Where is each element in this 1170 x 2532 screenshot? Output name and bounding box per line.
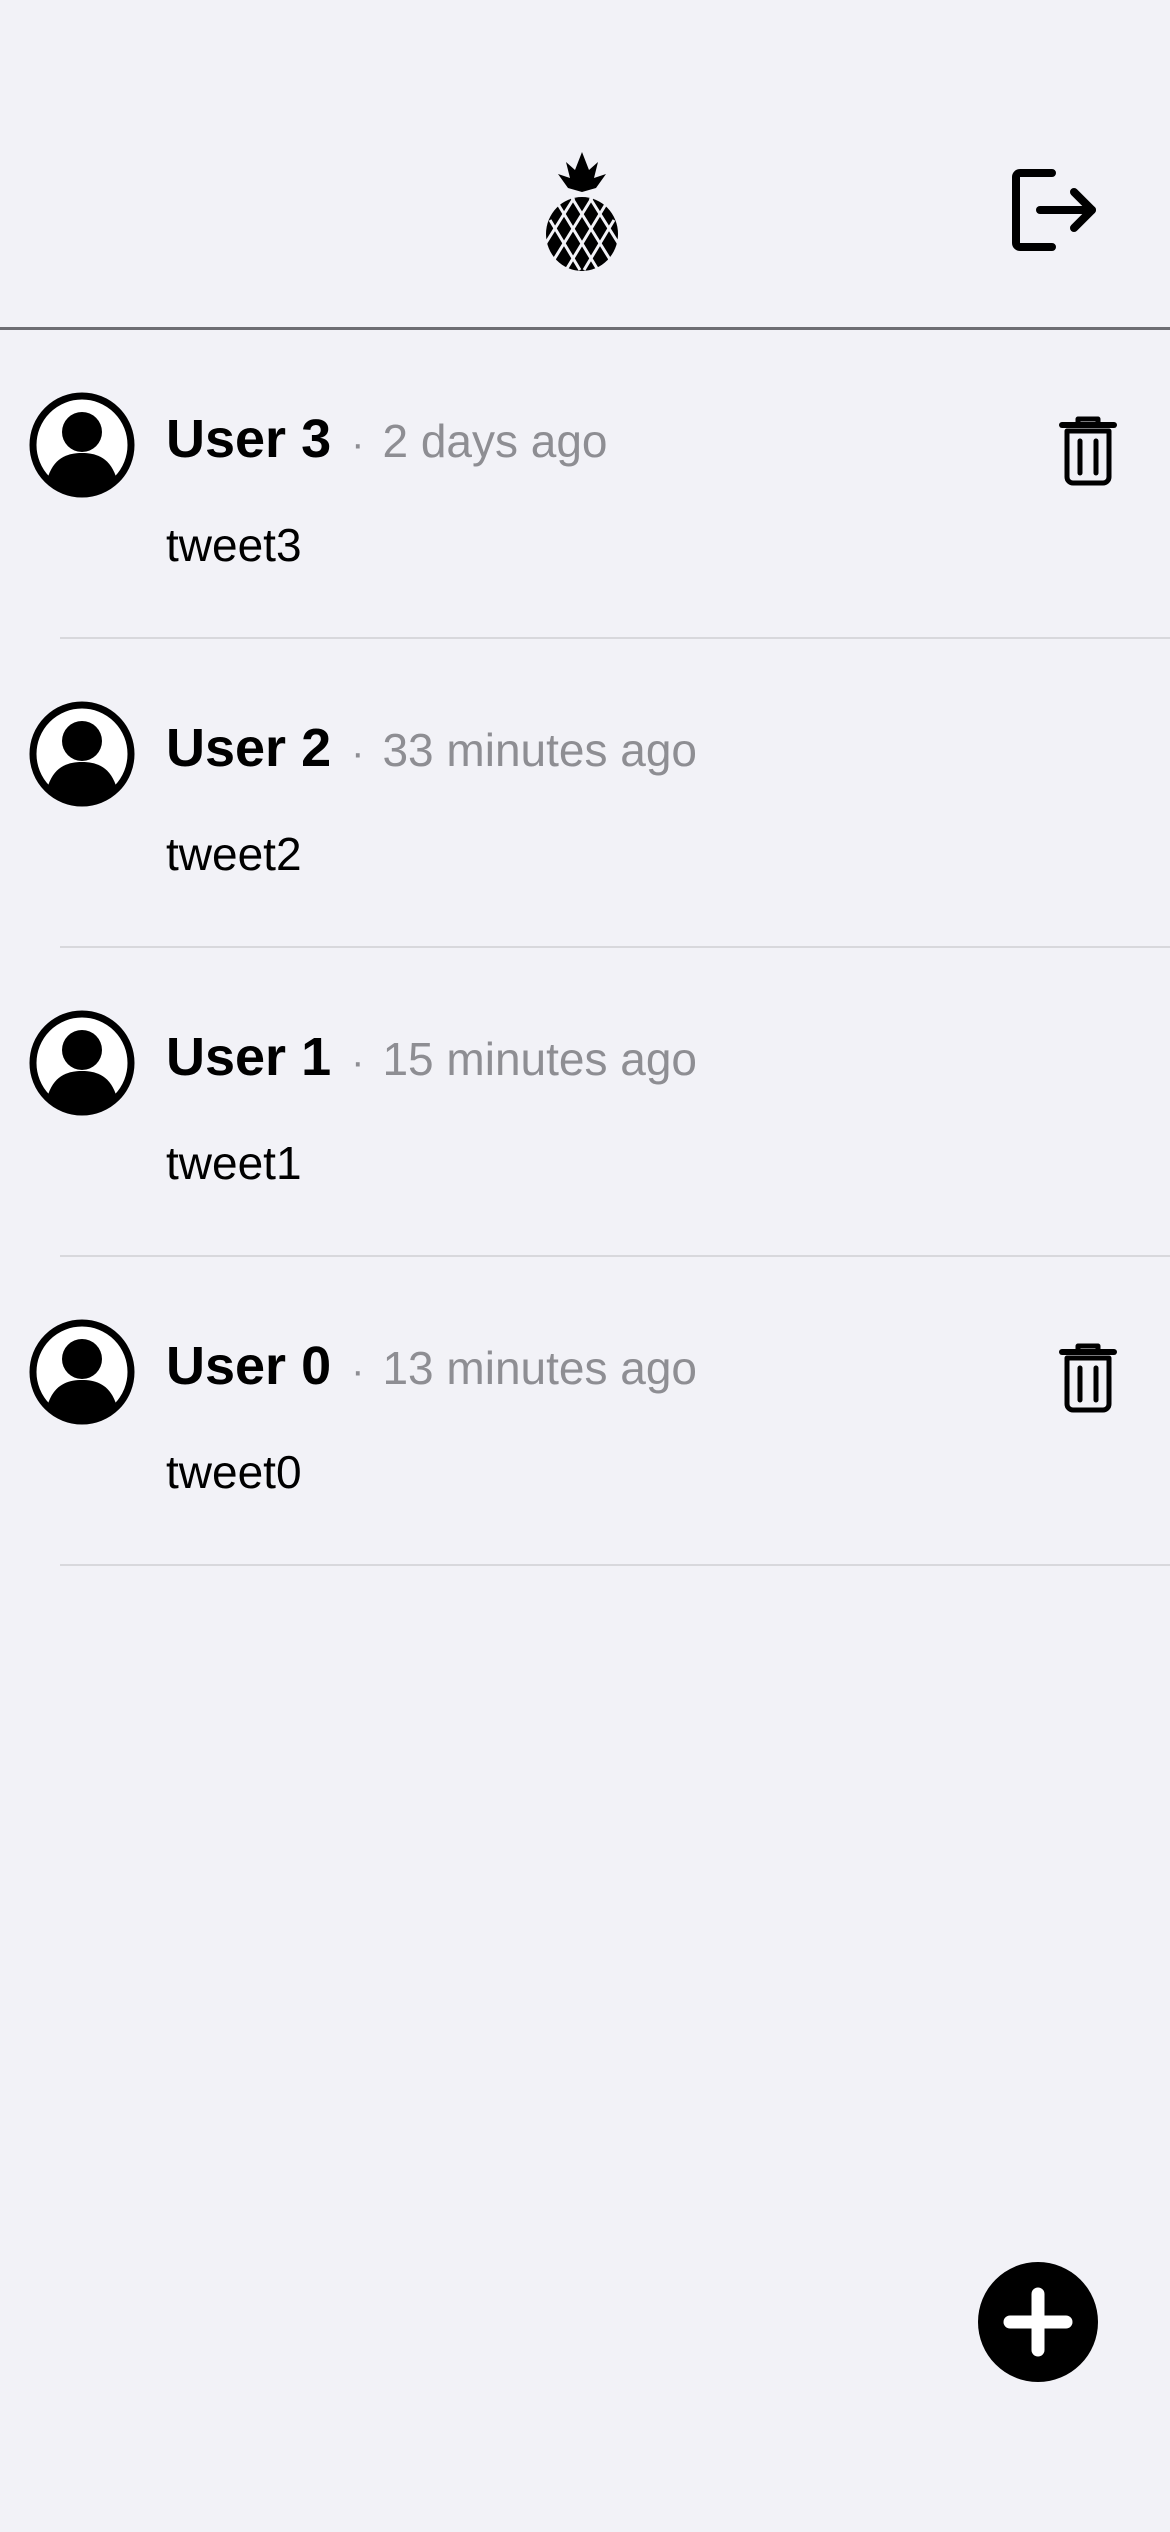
meta-separator: · (351, 1040, 365, 1084)
tweet-timestamp: 13 minutes ago (382, 1342, 697, 1394)
tweet-meta: User 2 · 33 minutes ago (166, 717, 697, 787)
pineapple-icon (540, 150, 624, 272)
tweet-text: tweet2 (166, 828, 302, 880)
tweet-username[interactable]: User 0 (166, 1335, 331, 1397)
app-header (0, 0, 1170, 330)
meta-separator: · (351, 1349, 365, 1393)
row-divider (60, 1564, 1170, 1566)
avatar[interactable] (29, 1010, 135, 1116)
person-circle-icon (29, 1319, 135, 1425)
tweet-text: tweet0 (166, 1446, 302, 1498)
delete-tweet-button[interactable] (1050, 1335, 1126, 1421)
tweet-timestamp: 15 minutes ago (382, 1033, 697, 1085)
tweet-feed: User 3 · 2 days ago tweet3 User 2 · 33 m… (0, 330, 1170, 1566)
avatar[interactable] (29, 1319, 135, 1425)
person-circle-icon (29, 1010, 135, 1116)
person-circle-icon (29, 701, 135, 807)
tweet-row[interactable]: User 3 · 2 days ago tweet3 (0, 330, 1170, 639)
meta-separator: · (351, 422, 365, 466)
tweet-meta: User 0 · 13 minutes ago (166, 1335, 697, 1405)
avatar[interactable] (29, 392, 135, 498)
person-circle-icon (29, 392, 135, 498)
plus-icon (1003, 2287, 1073, 2357)
tweet-row[interactable]: User 0 · 13 minutes ago tweet0 (0, 1257, 1170, 1566)
meta-separator: · (351, 731, 365, 775)
compose-tweet-button[interactable] (978, 2262, 1098, 2382)
avatar[interactable] (29, 701, 135, 807)
tweet-timestamp: 33 minutes ago (382, 724, 697, 776)
tweet-text: tweet1 (166, 1137, 302, 1189)
tweet-row[interactable]: User 2 · 33 minutes ago tweet2 (0, 639, 1170, 948)
tweet-username[interactable]: User 1 (166, 1026, 331, 1088)
tweet-meta: User 3 · 2 days ago (166, 408, 608, 478)
logout-button[interactable] (1005, 160, 1105, 260)
tweet-meta: User 1 · 15 minutes ago (166, 1026, 697, 1096)
trash-icon (1059, 416, 1117, 486)
tweet-username[interactable]: User 2 (166, 717, 331, 779)
logout-icon (1012, 169, 1096, 251)
tweet-text: tweet3 (166, 519, 302, 571)
tweet-row[interactable]: User 1 · 15 minutes ago tweet1 (0, 948, 1170, 1257)
delete-tweet-button[interactable] (1050, 408, 1126, 494)
tweet-timestamp: 2 days ago (382, 415, 608, 467)
trash-icon (1059, 1343, 1117, 1413)
tweet-username[interactable]: User 3 (166, 408, 331, 470)
